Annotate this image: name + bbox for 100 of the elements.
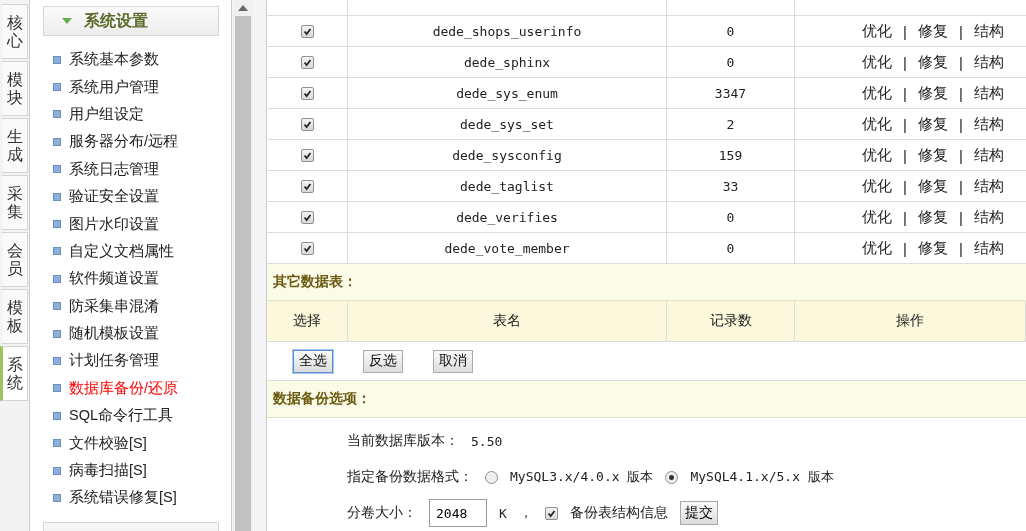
action-link[interactable]: 优化 <box>862 21 892 41</box>
side-tab[interactable]: 系统 <box>0 346 28 401</box>
section-header: 数据备份选项： <box>267 381 1026 418</box>
side-tab[interactable]: 模块 <box>0 61 28 116</box>
side-tab[interactable]: 生成 <box>0 118 28 173</box>
bullet-icon <box>53 384 61 393</box>
sidebar-item[interactable]: 用户组设定 <box>53 100 219 129</box>
separator: | <box>958 22 963 40</box>
sidebar-item[interactable]: 系统基本参数 <box>53 46 219 74</box>
action-button[interactable]: 反选 <box>363 349 403 373</box>
checkbox[interactable] <box>300 117 314 131</box>
bullet-icon <box>53 411 61 420</box>
column-header: 表名 <box>348 301 667 341</box>
checkbox-label: 备份表结构信息 <box>569 504 668 522</box>
table-cell: dede_vote_member <box>348 233 667 263</box>
bullet-icon <box>53 110 61 119</box>
action-link[interactable]: 修复 <box>917 83 948 103</box>
section-header: 其它数据表： <box>267 264 1026 301</box>
action-link[interactable]: 修复 <box>917 207 948 227</box>
action-button[interactable]: 取消 <box>433 349 473 373</box>
table-cell: 3347 <box>667 78 795 108</box>
sidebar-item[interactable]: 系统错误修复[S] <box>53 484 219 512</box>
table-cell: 0 <box>667 233 795 263</box>
sidebar-item[interactable]: 图片水印设置 <box>53 210 219 238</box>
action-link[interactable]: 优化 <box>862 114 892 134</box>
action-link[interactable]: 修复 <box>917 114 948 134</box>
action-link[interactable]: 优化 <box>862 207 892 227</box>
checkbox[interactable] <box>300 210 314 224</box>
action-link[interactable]: 结构 <box>973 238 1004 258</box>
separator: | <box>958 177 963 195</box>
separator: | <box>958 146 963 164</box>
bullet-icon <box>53 493 61 502</box>
side-tab[interactable]: 核心 <box>0 4 28 59</box>
checkbox[interactable] <box>300 148 314 162</box>
action-link[interactable]: 结构 <box>973 114 1004 134</box>
table-cell: dede_sys_set <box>348 109 667 139</box>
action-link[interactable]: 修复 <box>917 238 948 258</box>
side-tab[interactable]: 采集 <box>0 175 28 230</box>
action-link[interactable]: 优化 <box>862 238 892 258</box>
action-link[interactable]: 优化 <box>862 83 892 103</box>
sidebar-item[interactable]: 数据库备份/还原 <box>53 374 219 403</box>
sidebar-item[interactable]: 服务器分布/远程 <box>53 128 219 156</box>
checkbox[interactable] <box>300 24 314 38</box>
action-link[interactable]: 修复 <box>917 145 948 165</box>
action-link[interactable]: 结构 <box>973 83 1004 103</box>
field-label: 指定备份数据格式： <box>347 468 473 486</box>
bullet-icon <box>53 466 61 475</box>
field-label: 当前数据库版本： <box>347 432 459 450</box>
table-cell: dede_verifies <box>348 202 667 232</box>
volume-size-field[interactable]: 2048 <box>429 499 487 527</box>
radio-label: MySQL3.x/4.0.x 版本 <box>510 468 654 486</box>
sidebar-item[interactable]: 随机模板设置 <box>53 319 219 348</box>
table-cell: dede_sysconfig <box>348 140 667 170</box>
action-link[interactable]: 修复 <box>917 176 948 196</box>
action-link[interactable]: 结构 <box>973 207 1004 227</box>
action-link[interactable]: 修复 <box>917 21 948 41</box>
sidebar-item[interactable]: SQL命令行工具 <box>53 402 219 430</box>
separator: | <box>903 146 907 164</box>
action-link[interactable]: 结构 <box>973 52 1004 72</box>
separator: | <box>903 177 907 195</box>
separator: | <box>903 208 907 226</box>
sidebar-item[interactable]: 系统日志管理 <box>53 155 219 183</box>
action-link[interactable]: 结构 <box>973 176 1004 196</box>
checkbox[interactable] <box>544 506 558 520</box>
triangle-icon <box>62 18 72 24</box>
sidebar-item[interactable]: 文件校验[S] <box>53 429 219 457</box>
submit-button[interactable]: 提交 <box>679 501 718 525</box>
table-cell: 0 <box>667 202 795 232</box>
checkbox[interactable] <box>300 241 314 255</box>
scrollbar[interactable] <box>233 0 253 531</box>
side-tab[interactable]: 会员 <box>0 232 28 287</box>
table-cell: dede_taglist <box>348 171 667 201</box>
table-cell: 0 <box>667 47 795 77</box>
checkbox[interactable] <box>300 179 314 193</box>
scroll-up-icon[interactable] <box>238 5 248 11</box>
sidebar-item[interactable]: 验证安全设置 <box>53 182 219 211</box>
action-link[interactable]: 结构 <box>973 145 1004 165</box>
radio-button[interactable] <box>485 470 498 484</box>
sidebar-item[interactable]: 自定义文档属性 <box>53 237 219 266</box>
action-link[interactable]: 修复 <box>917 52 948 72</box>
separator: | <box>903 53 907 71</box>
action-link[interactable]: 优化 <box>862 145 892 165</box>
sidebar-item[interactable]: 系统用户管理 <box>53 73 219 101</box>
action-link[interactable]: 结构 <box>973 21 1004 41</box>
separator: | <box>958 239 963 257</box>
sidebar-item[interactable]: 病毒扫描[S] <box>53 456 219 485</box>
sidebar-item[interactable]: 计划任务管理 <box>53 347 219 375</box>
sidebar-item[interactable]: 防采集串混淆 <box>53 292 219 320</box>
checkbox[interactable] <box>300 55 314 69</box>
checkbox[interactable] <box>300 86 314 100</box>
action-link[interactable]: 优化 <box>862 52 892 72</box>
action-button[interactable]: 全选 <box>293 349 333 373</box>
side-tab[interactable]: 模板 <box>0 289 28 344</box>
action-link[interactable]: 优化 <box>862 176 892 196</box>
sidebar-header[interactable]: 系统设置 <box>43 6 219 36</box>
separator: | <box>958 115 963 133</box>
separator: | <box>903 84 907 102</box>
sidebar-item[interactable]: 软件频道设置 <box>53 265 219 293</box>
bullet-icon <box>53 165 61 174</box>
radio-button[interactable] <box>665 470 679 484</box>
